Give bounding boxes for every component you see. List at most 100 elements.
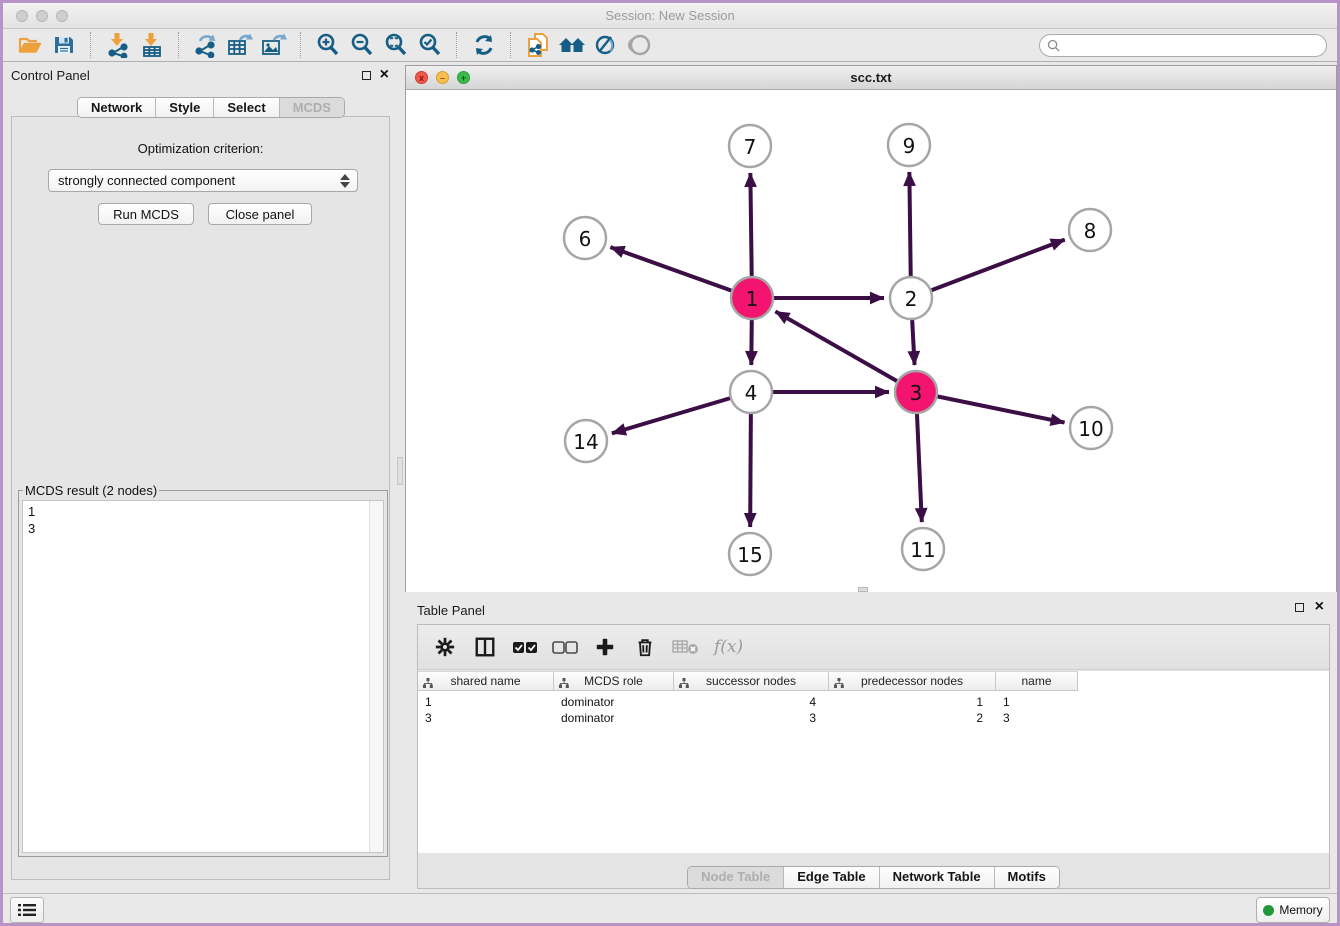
- network-minimize-icon[interactable]: –: [436, 71, 449, 84]
- edge-2-8[interactable]: [911, 240, 1065, 298]
- mcds-result-area[interactable]: 13: [22, 500, 384, 853]
- search-icon: [1047, 39, 1060, 52]
- open-session-icon[interactable]: [13, 31, 47, 59]
- tab-select[interactable]: Select: [213, 98, 278, 117]
- column-header-MCDS-role[interactable]: MCDS role: [554, 671, 674, 691]
- hide-graphics-details-icon[interactable]: [589, 31, 623, 59]
- column-header-label: name: [1021, 674, 1051, 688]
- node-6[interactable]: 6: [564, 217, 606, 259]
- table-cell: 3: [674, 710, 829, 726]
- table-settings-icon[interactable]: [432, 632, 458, 662]
- minimize-window-icon[interactable]: [36, 10, 48, 22]
- close-panel-icon[interactable]: ×: [380, 65, 389, 85]
- app-titlebar: Session: New Session: [3, 3, 1337, 29]
- function-builder-icon[interactable]: f(x): [714, 632, 743, 662]
- float-panel-icon[interactable]: [362, 71, 371, 80]
- tab-edge-table[interactable]: Edge Table: [783, 867, 878, 888]
- search-box[interactable]: [1039, 34, 1327, 57]
- add-column-icon[interactable]: [592, 632, 618, 662]
- node-11[interactable]: 11: [902, 528, 944, 570]
- table-row[interactable]: 3dominator323: [418, 710, 1329, 726]
- node-4[interactable]: 4: [730, 371, 772, 413]
- tab-style[interactable]: Style: [155, 98, 213, 117]
- zoom-fit-icon[interactable]: [379, 31, 413, 59]
- network-canvas[interactable]: 1 2 3 4 6 7 8 9 10 11 14 15: [406, 90, 1336, 592]
- column-header-predecessor-nodes[interactable]: predecessor nodes: [829, 671, 996, 691]
- edge-3-10[interactable]: [916, 392, 1065, 423]
- zoom-in-icon[interactable]: [311, 31, 345, 59]
- node-3[interactable]: 3: [895, 371, 937, 413]
- svg-text:1: 1: [746, 287, 759, 311]
- node-2[interactable]: 2: [890, 277, 932, 319]
- toolbar-separator: [300, 32, 302, 58]
- svg-text:4: 4: [745, 381, 758, 405]
- column-header-label: shared name: [450, 674, 520, 688]
- node-10[interactable]: 10: [1070, 407, 1112, 449]
- table-cell: dominator: [554, 710, 674, 726]
- import-network-icon[interactable]: [101, 31, 135, 59]
- table-row[interactable]: 1dominator411: [418, 694, 1329, 710]
- delete-column-icon[interactable]: [632, 632, 658, 662]
- import-table-icon[interactable]: [135, 31, 169, 59]
- edge-3-1[interactable]: [775, 311, 916, 392]
- table-body: 1dominator4113dominator323: [418, 691, 1329, 726]
- close-panel-button[interactable]: Close panel: [208, 203, 312, 225]
- table-cell: 3: [418, 710, 554, 726]
- node-1[interactable]: 1: [731, 277, 773, 319]
- memory-button[interactable]: Memory: [1256, 897, 1330, 923]
- birds-eye-view-icon[interactable]: [623, 31, 657, 59]
- column-header-name[interactable]: name: [996, 671, 1078, 691]
- table-header-row: shared name MCDS rolesuccessor nodesprede…: [418, 671, 1329, 691]
- result-scrollbar[interactable]: [369, 501, 383, 852]
- svg-text:6: 6: [579, 227, 592, 251]
- panel-splitter-grip[interactable]: [397, 457, 403, 485]
- close-table-panel-icon[interactable]: ×: [1315, 597, 1324, 617]
- search-input[interactable]: [1064, 36, 1326, 56]
- split-panel-icon[interactable]: [472, 632, 498, 662]
- zoom-out-icon[interactable]: [345, 31, 379, 59]
- network-splitter-grip[interactable]: [858, 587, 868, 592]
- tab-network-table[interactable]: Network Table: [879, 867, 994, 888]
- clone-network-icon[interactable]: [521, 31, 555, 59]
- column-header-shared-name[interactable]: shared name: [418, 671, 554, 691]
- run-mcds-button[interactable]: Run MCDS: [98, 203, 194, 225]
- column-header-successor-nodes[interactable]: successor nodes: [674, 671, 829, 691]
- delete-table-icon[interactable]: [672, 632, 700, 662]
- zoom-selected-icon[interactable]: [413, 31, 447, 59]
- export-image-icon[interactable]: [257, 31, 291, 59]
- task-history-button[interactable]: [10, 897, 44, 923]
- edge-1-6[interactable]: [610, 247, 752, 298]
- table-cell: 2: [829, 710, 996, 726]
- tab-node-table[interactable]: Node Table: [688, 867, 783, 888]
- tab-mcds[interactable]: MCDS: [279, 98, 344, 117]
- table-cell: 1: [996, 694, 1078, 710]
- toolbar-separator: [456, 32, 458, 58]
- network-view-window: x – + scc.txt 1234678910111415: [405, 65, 1337, 592]
- tab-network[interactable]: Network: [78, 98, 155, 117]
- float-table-panel-icon[interactable]: [1295, 603, 1304, 612]
- network-maximize-icon[interactable]: +: [457, 71, 470, 84]
- deselect-all-icon[interactable]: [552, 632, 578, 662]
- select-all-icon[interactable]: [512, 632, 538, 662]
- export-table-icon[interactable]: [223, 31, 257, 59]
- node-9[interactable]: 9: [888, 124, 930, 166]
- svg-text:3: 3: [910, 381, 923, 405]
- tab-motifs[interactable]: Motifs: [994, 867, 1059, 888]
- node-15[interactable]: 15: [729, 533, 771, 575]
- criterion-select[interactable]: strongly connected component: [48, 169, 358, 192]
- svg-text:10: 10: [1078, 417, 1103, 441]
- node-8[interactable]: 8: [1069, 209, 1111, 251]
- export-network-icon[interactable]: [189, 31, 223, 59]
- toolbar-separator: [178, 32, 180, 58]
- table-toolbar: f(x): [418, 625, 1329, 670]
- save-session-icon[interactable]: [47, 31, 81, 59]
- zoom-window-icon[interactable]: [56, 10, 68, 22]
- main-toolbar: [3, 29, 1337, 62]
- refresh-layout-icon[interactable]: [467, 31, 501, 59]
- first-neighbors-icon[interactable]: [555, 31, 589, 59]
- node-7[interactable]: 7: [729, 125, 771, 167]
- close-window-icon[interactable]: [16, 10, 28, 22]
- mcds-result-line: 3: [28, 520, 378, 537]
- network-close-icon[interactable]: x: [415, 71, 428, 84]
- node-14[interactable]: 14: [565, 420, 607, 462]
